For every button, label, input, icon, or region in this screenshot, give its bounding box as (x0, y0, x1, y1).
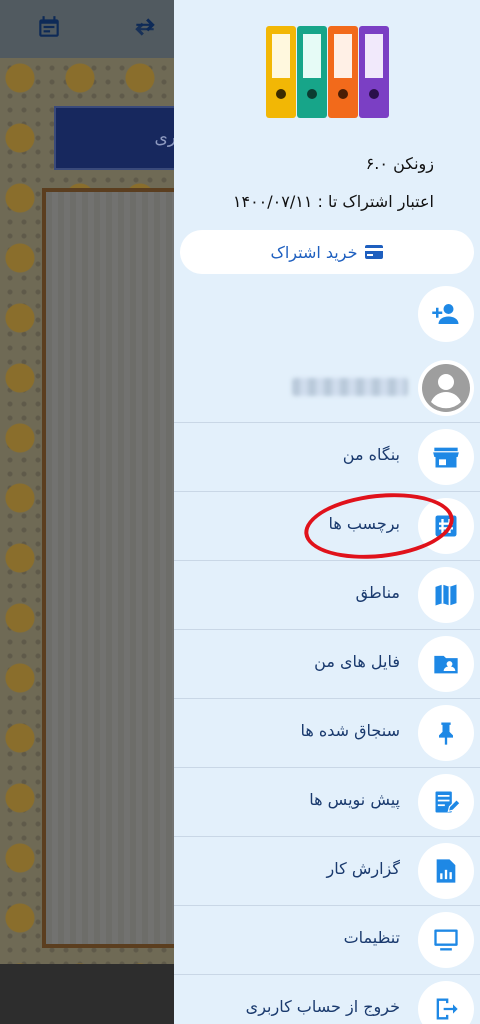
menu-item-label: گزارش کار (326, 859, 400, 878)
menu-item-label: بنگاه من (342, 445, 400, 464)
user-name-redacted (292, 378, 408, 396)
menu-item-label: پیش نویس ها (309, 790, 400, 809)
menu-item-work-report[interactable]: گزارش کار (174, 836, 480, 905)
tag-icon (435, 515, 457, 537)
menu-icon-circle (418, 981, 474, 1024)
menu-item-label: فایل های من (314, 652, 400, 671)
menu-item-my-agency[interactable]: بنگاه من (174, 422, 480, 491)
folder-shared-icon (434, 655, 458, 674)
menu-icon-circle (418, 774, 474, 830)
background-banner: ری (54, 106, 184, 170)
background-board (42, 188, 192, 948)
menu-item-label: خروج از حساب کاربری (245, 997, 400, 1016)
menu-item-label: سنجاق شده ها (300, 721, 400, 740)
binders-logo-icon (266, 26, 389, 118)
report-icon (436, 859, 456, 883)
menu-item-pinned[interactable]: سنجاق شده ها (174, 698, 480, 767)
drawer-menu: بنگاه من برچسب ها مناطق فایل های من سنجا… (174, 422, 480, 1024)
menu-icon-circle (418, 912, 474, 968)
menu-icon-circle (418, 636, 474, 692)
buy-subscription-label: خرید اشتراک (270, 242, 358, 262)
app-name: زونکن ۶.۰ (365, 154, 434, 173)
draft-icon (435, 791, 460, 813)
menu-item-drafts[interactable]: پیش نویس ها (174, 767, 480, 836)
menu-item-tags[interactable]: برچسب ها (174, 491, 480, 560)
menu-icon-circle (418, 429, 474, 485)
menu-icon-circle (418, 498, 474, 554)
account-circle-icon (422, 364, 470, 412)
subscription-expiry: اعتبار اشتراک تا : ۱۴۰۰/۰۷/۱۱ (232, 192, 434, 211)
store-icon (433, 447, 459, 468)
menu-icon-circle (418, 843, 474, 899)
menu-icon-circle (418, 567, 474, 623)
buy-subscription-button[interactable]: خرید اشتراک (180, 230, 474, 274)
navigation-drawer: زونکن ۶.۰ اعتبار اشتراک تا : ۱۴۰۰/۰۷/۱۱ … (174, 0, 480, 1024)
logout-icon (436, 998, 458, 1020)
pin-icon (439, 722, 453, 745)
menu-item-label: برچسب ها (328, 514, 400, 533)
menu-item-regions[interactable]: مناطق (174, 560, 480, 629)
menu-item-label: مناطق (355, 583, 400, 602)
background-banner-text: ری (154, 128, 176, 148)
menu-item-my-files[interactable]: فایل های من (174, 629, 480, 698)
person-add-icon (432, 304, 459, 324)
swap-icon[interactable] (132, 14, 158, 40)
menu-item-label: تنظیمات (343, 928, 400, 947)
credit-card-icon (365, 245, 384, 259)
calendar-icon[interactable] (36, 14, 62, 40)
add-user-button[interactable] (418, 286, 474, 342)
avatar[interactable] (418, 360, 474, 416)
menu-icon-circle (418, 705, 474, 761)
menu-item-logout[interactable]: خروج از حساب کاربری (174, 974, 480, 1024)
menu-item-settings[interactable]: تنظیمات (174, 905, 480, 974)
monitor-icon (434, 929, 458, 951)
map-icon (435, 584, 457, 606)
